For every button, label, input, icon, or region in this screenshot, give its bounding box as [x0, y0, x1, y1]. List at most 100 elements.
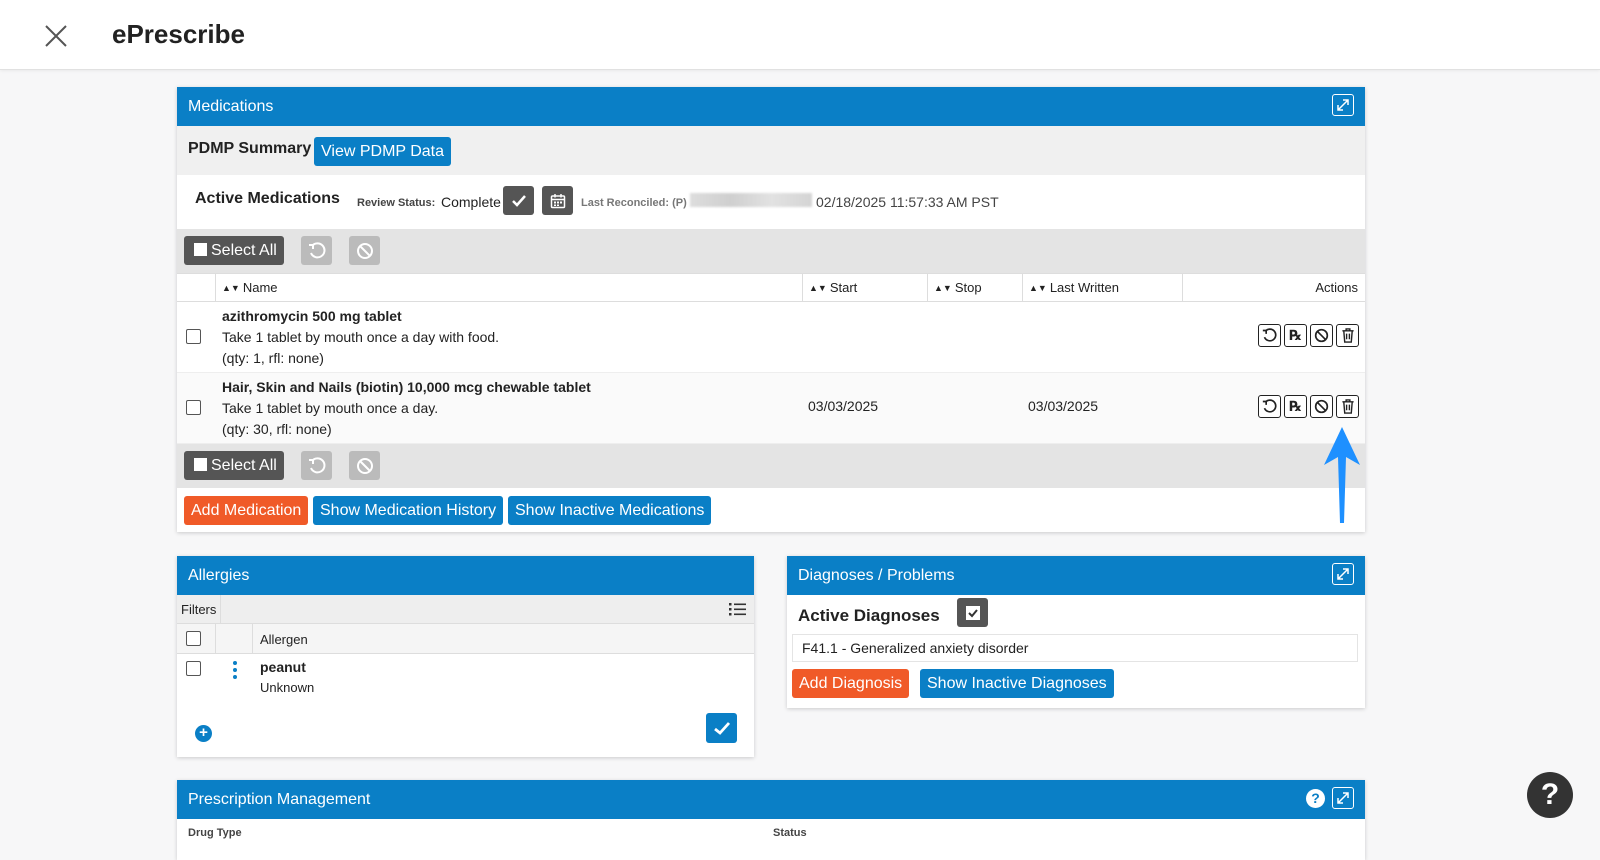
medications-table-body: azithromycin 500 mg tablet Take 1 tablet…	[177, 302, 1365, 444]
expand-icon[interactable]	[1332, 94, 1354, 116]
row-checkbox[interactable]	[186, 329, 201, 344]
ban-icon	[356, 242, 373, 259]
prescription-management-panel: Prescription Management ? Drug Type Stat…	[177, 780, 1365, 860]
check-icon	[511, 194, 526, 207]
table-row: azithromycin 500 mg tablet Take 1 tablet…	[177, 302, 1365, 373]
sort-icon: ▲▼	[934, 283, 952, 293]
help-icon[interactable]: ?	[1306, 789, 1325, 808]
diagnosis-item[interactable]: F41.1 - Generalized anxiety disorder	[792, 634, 1358, 662]
allergies-table-header: Allergen	[177, 624, 754, 654]
expand-icon[interactable]	[1332, 787, 1354, 809]
column-start[interactable]: ▲▼ Start	[802, 274, 927, 301]
column-name[interactable]: ▲▼ Name	[215, 274, 802, 301]
select-all-checkbox[interactable]	[186, 631, 201, 646]
review-allergies-button[interactable]	[706, 713, 737, 743]
medications-header: Medications	[177, 87, 1365, 126]
close-icon[interactable]	[44, 24, 68, 48]
discontinue-selected-button[interactable]	[349, 236, 380, 265]
renew-button[interactable]	[1258, 395, 1281, 418]
select-all-label: Select All	[211, 242, 277, 259]
divider	[220, 595, 221, 623]
calendar-icon	[550, 193, 565, 208]
rx-icon: ℞	[1289, 398, 1302, 414]
expand-icon[interactable]	[1332, 563, 1354, 585]
review-diagnoses-button[interactable]	[957, 598, 988, 627]
calendar-button[interactable]	[542, 186, 573, 215]
prescribe-button[interactable]: ℞	[1284, 395, 1307, 418]
sort-icon: ▲▼	[809, 283, 827, 293]
add-diagnosis-button[interactable]: Add Diagnosis	[792, 669, 910, 698]
discontinue-button[interactable]	[1310, 324, 1333, 347]
select-all-button[interactable]: Select All	[184, 236, 284, 265]
med-name: azithromycin 500 mg tablet	[222, 308, 402, 324]
row-actions: ℞	[1258, 395, 1359, 418]
review-status-value: Complete	[441, 194, 501, 210]
allergies-title: Allergies	[188, 567, 250, 584]
med-last-written: 03/03/2025	[1028, 398, 1099, 414]
table-row: Hair, Skin and Nails (biotin) 10,000 mcg…	[177, 373, 1365, 444]
review-status-label: Review Status:	[357, 197, 436, 209]
list-icon[interactable]	[729, 602, 746, 619]
column-stop[interactable]: ▲▼ Stop	[927, 274, 1022, 301]
row-actions: ℞	[1258, 324, 1359, 347]
allergies-panel: Allergies Filters Allergen peanut Unknow…	[177, 556, 754, 757]
prescription-management-header: Prescription Management ?	[177, 780, 1365, 819]
redacted-name	[690, 193, 812, 207]
view-pdmp-button[interactable]: View PDMP Data	[314, 137, 452, 166]
pdmp-summary-label: PDMP Summary	[188, 140, 312, 157]
row-checkbox[interactable]	[186, 661, 201, 676]
divider	[252, 624, 253, 653]
allergen-reaction: Unknown	[260, 680, 315, 695]
undo-icon	[1262, 328, 1277, 342]
renew-selected-button[interactable]	[301, 236, 332, 265]
show-medication-history-button[interactable]: Show Medication History	[313, 496, 504, 525]
discontinue-button[interactable]	[1310, 395, 1333, 418]
column-drug-type: Drug Type	[188, 827, 242, 839]
last-reconciled-label: Last Reconciled: (P)	[581, 197, 687, 209]
review-check-button[interactable]	[503, 186, 534, 215]
help-fab-icon[interactable]: ?	[1527, 772, 1573, 818]
rx-icon: ℞	[1289, 327, 1302, 343]
med-start-date: 03/03/2025	[808, 398, 879, 414]
med-name: Hair, Skin and Nails (biotin) 10,000 mcg…	[222, 379, 591, 395]
med-sig: Take 1 tablet by mouth once a day.	[222, 400, 439, 416]
show-inactive-medications-button[interactable]: Show Inactive Medications	[508, 496, 712, 525]
divider	[215, 624, 216, 653]
allergies-header: Allergies	[177, 556, 754, 595]
ban-icon	[1314, 328, 1329, 343]
diagnoses-title: Diagnoses / Problems	[798, 567, 955, 584]
renew-button[interactable]	[1258, 324, 1281, 347]
filters-label[interactable]: Filters	[181, 602, 216, 617]
delete-button[interactable]	[1336, 324, 1359, 347]
medications-table-header: ▲▼ Name ▲▼ Start ▲▼ Stop ▲▼ Last Written Act…	[177, 273, 1365, 302]
ban-icon	[1314, 399, 1329, 414]
medications-actions: Add Medication Show Medication History S…	[177, 488, 1365, 532]
show-inactive-diagnoses-button[interactable]: Show Inactive Diagnoses	[920, 669, 1114, 698]
undo-icon	[308, 241, 325, 258]
renew-selected-button[interactable]	[301, 451, 332, 480]
undo-icon	[1262, 399, 1277, 413]
column-last-written[interactable]: ▲▼ Last Written	[1022, 274, 1182, 301]
filters-row: Filters	[177, 595, 754, 624]
active-medications-row: Active Medications Review Status: Comple…	[177, 175, 1365, 229]
column-allergen: Allergen	[260, 632, 308, 647]
top-bar: ePrescribe	[0, 0, 1600, 70]
prescribe-button[interactable]: ℞	[1284, 324, 1307, 347]
pdmp-row: PDMP Summary View PDMP Data	[177, 126, 1365, 175]
sort-icon: ▲▼	[222, 283, 240, 293]
delete-button[interactable]	[1336, 395, 1359, 418]
select-all-button[interactable]: Select All	[184, 451, 284, 480]
row-checkbox[interactable]	[186, 400, 201, 415]
add-allergy-icon[interactable]: +	[195, 725, 212, 742]
discontinue-selected-button[interactable]	[349, 451, 380, 480]
add-medication-button[interactable]: Add Medication	[184, 496, 309, 525]
diagnoses-panel: Diagnoses / Problems Active Diagnoses F4…	[787, 556, 1365, 708]
medications-toolbar-top: Select All	[177, 229, 1365, 273]
ban-icon	[356, 457, 373, 474]
medications-panel: Medications PDMP Summary View PDMP Data …	[177, 87, 1365, 532]
active-diagnoses-label: Active Diagnoses	[798, 606, 940, 625]
select-all-label: Select All	[211, 457, 277, 474]
medications-title: Medications	[188, 98, 274, 115]
app-title: ePrescribe	[112, 19, 245, 49]
more-options-icon[interactable]	[233, 661, 237, 682]
